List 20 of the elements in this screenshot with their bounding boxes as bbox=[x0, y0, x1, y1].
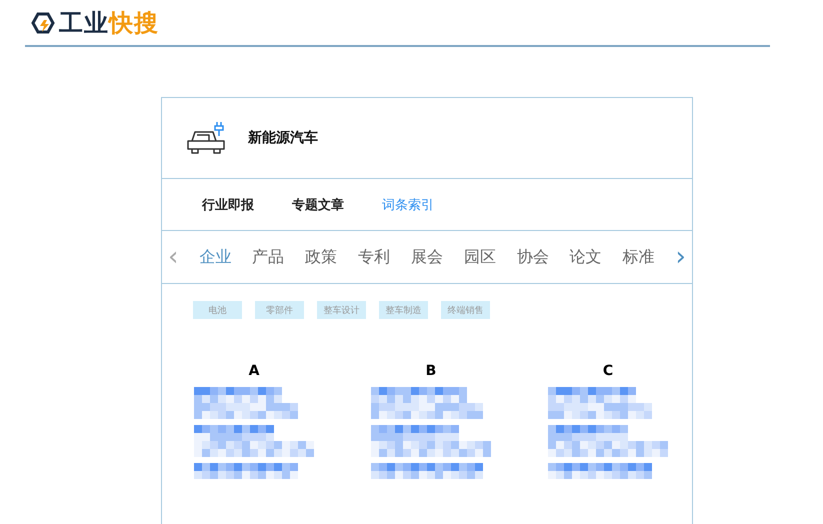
topic-title: 新能源汽车 bbox=[248, 129, 318, 147]
category-tab[interactable]: 专利 bbox=[358, 246, 390, 268]
category-tab[interactable]: 协会 bbox=[516, 246, 549, 268]
tab[interactable]: 专题文章 bbox=[292, 196, 344, 214]
category-tab[interactable]: 园区 bbox=[464, 246, 496, 268]
category-tab[interactable]: 企业 bbox=[199, 246, 232, 268]
index-letter: C bbox=[602, 363, 614, 379]
logo-icon bbox=[31, 10, 55, 34]
tab[interactable]: 词条索引 bbox=[382, 196, 434, 214]
tab[interactable]: 行业即报 bbox=[202, 196, 254, 214]
index-letter: B bbox=[426, 363, 436, 379]
logo-text: 工业快搜 bbox=[59, 8, 159, 38]
category-tab[interactable]: 展会 bbox=[410, 246, 443, 268]
category-tab[interactable]: 政策 bbox=[305, 246, 338, 268]
electric-car-icon bbox=[186, 121, 228, 155]
index-letter: A bbox=[248, 363, 260, 379]
category-tab[interactable]: 论文 bbox=[570, 246, 602, 268]
next-button[interactable]: › bbox=[675, 244, 686, 270]
category-tab[interactable]: 产品 bbox=[252, 246, 284, 268]
category-tab[interactable]: 标准 bbox=[622, 246, 655, 268]
